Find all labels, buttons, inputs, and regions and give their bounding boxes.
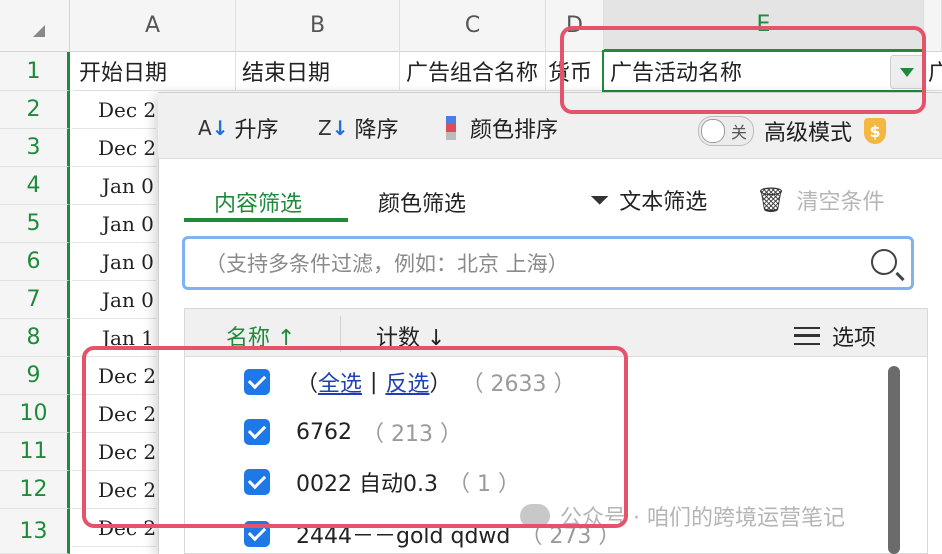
row-header[interactable]: 1 bbox=[0, 52, 70, 91]
row-header[interactable]: 7 bbox=[0, 281, 70, 319]
row-header[interactable]: 11 bbox=[0, 433, 70, 471]
menu-icon bbox=[794, 327, 820, 345]
color-sort-label: 颜色排序 bbox=[470, 118, 559, 143]
column-header-b[interactable]: B bbox=[236, 0, 400, 52]
cell-f1[interactable]: 广 bbox=[926, 52, 942, 91]
cell-a-data[interactable]: Jan 0 bbox=[72, 205, 156, 243]
funnel-icon: ⏷ bbox=[590, 186, 610, 214]
advanced-mode-label: 高级模式 bbox=[764, 121, 853, 146]
column-header-f[interactable] bbox=[924, 0, 942, 52]
color-sort-button[interactable]: 颜色排序 bbox=[446, 112, 558, 144]
tab-content-filter[interactable]: 内容筛选 bbox=[214, 186, 302, 218]
row-header[interactable]: 9 bbox=[0, 357, 70, 395]
search-placeholder: （支持多条件过滤，例如：北京 上海） bbox=[205, 252, 569, 276]
filter-search-input[interactable]: （支持多条件过滤，例如：北京 上海） bbox=[182, 236, 914, 290]
advanced-mode-control[interactable]: 关 高级模式 $ bbox=[698, 115, 887, 147]
select-all-corner[interactable] bbox=[0, 0, 70, 52]
row-header[interactable]: 10 bbox=[0, 395, 70, 433]
row-header[interactable]: 13 bbox=[0, 509, 70, 554]
toggle-knob bbox=[701, 119, 725, 143]
corner-triangle-icon bbox=[33, 25, 45, 37]
tab-color-filter[interactable]: 颜色筛选 bbox=[378, 186, 466, 218]
cell-a-data[interactable]: Jan 0 bbox=[72, 167, 156, 205]
text-filter-label: 文本筛选 bbox=[619, 190, 708, 215]
cell-a-data[interactable]: Dec 2 bbox=[72, 91, 156, 129]
row-header[interactable]: 4 bbox=[0, 167, 70, 205]
highlight-box-list bbox=[82, 346, 628, 528]
options-label: 选项 bbox=[832, 326, 877, 351]
cell-a-data[interactable]: Dec 2 bbox=[72, 129, 156, 167]
highlight-box-header bbox=[560, 26, 926, 114]
active-tab-underline bbox=[184, 218, 348, 222]
row-header[interactable]: 5 bbox=[0, 205, 70, 243]
sort-ascending-label: 升序 bbox=[234, 118, 279, 143]
sort-descending-button[interactable]: Z↓ 降序 bbox=[318, 112, 398, 144]
vip-badge-icon: $ bbox=[864, 118, 887, 144]
color-sort-icon bbox=[446, 116, 456, 140]
column-header-a[interactable]: A bbox=[70, 0, 236, 52]
trash-icon: 🗑 bbox=[756, 186, 787, 214]
column-header-c[interactable]: C bbox=[400, 0, 546, 52]
row-header[interactable]: 8 bbox=[0, 319, 70, 357]
row-header[interactable]: 6 bbox=[0, 243, 70, 281]
row-header[interactable]: 12 bbox=[0, 471, 70, 509]
options-menu-button[interactable]: 选项 bbox=[794, 320, 876, 352]
text-filter-button[interactable]: ⏷ 文本筛选 bbox=[590, 184, 707, 216]
sort-ascending-button[interactable]: A↓ 升序 bbox=[198, 112, 278, 144]
toggle-state-label: 关 bbox=[730, 123, 747, 142]
cell-a1[interactable]: 开始日期 bbox=[73, 52, 236, 91]
advanced-mode-toggle[interactable]: 关 bbox=[698, 116, 754, 146]
cell-c1[interactable]: 广告组合名称 bbox=[400, 52, 546, 91]
sort-descending-icon: Z↓ bbox=[318, 116, 349, 140]
sort-descending-label: 降序 bbox=[354, 118, 399, 143]
cell-a-data[interactable]: Jan 0 bbox=[72, 281, 156, 319]
search-icon[interactable] bbox=[871, 249, 897, 275]
row-header[interactable]: 3 bbox=[0, 129, 70, 167]
clear-conditions-label: 清空条件 bbox=[796, 190, 885, 215]
sort-ascending-icon: A↓ bbox=[198, 116, 229, 140]
row-header[interactable]: 2 bbox=[0, 91, 70, 129]
cell-a-data[interactable]: Jan 0 bbox=[72, 243, 156, 281]
clear-conditions-button[interactable]: 🗑 清空条件 bbox=[756, 184, 884, 216]
cell-b1[interactable]: 结束日期 bbox=[236, 52, 400, 91]
list-scrollbar[interactable] bbox=[888, 366, 900, 554]
